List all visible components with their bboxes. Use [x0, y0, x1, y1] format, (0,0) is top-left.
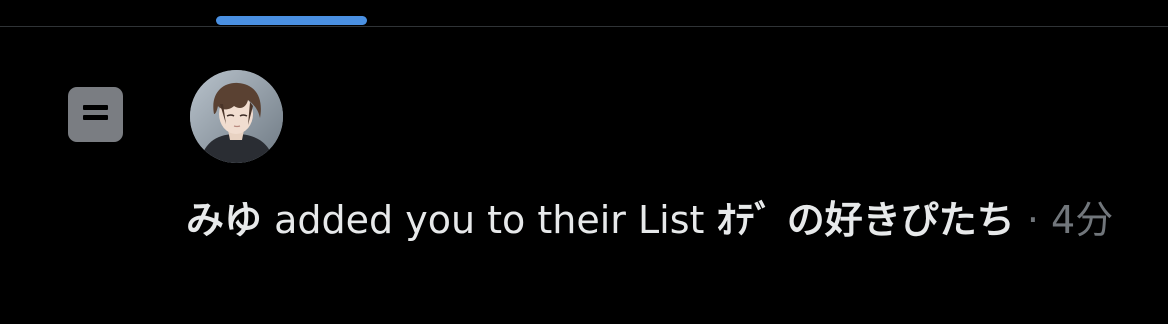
tab-active-indicator [216, 16, 367, 25]
tab-bar-divider [0, 26, 1168, 27]
list-icon [68, 87, 123, 142]
notification-separator: · [1026, 198, 1039, 242]
notification-text: みゆ added you to their List ｵﾃﾞ の好きぴたち · … [186, 194, 1146, 246]
notification-user-name[interactable]: みゆ [186, 198, 262, 242]
notification-list-name[interactable]: ｵﾃﾞ の好きぴたち [717, 198, 1015, 242]
notification-action: added you to their List [274, 198, 705, 242]
avatar[interactable] [190, 70, 283, 163]
notification-timestamp: 4分 [1051, 198, 1114, 242]
